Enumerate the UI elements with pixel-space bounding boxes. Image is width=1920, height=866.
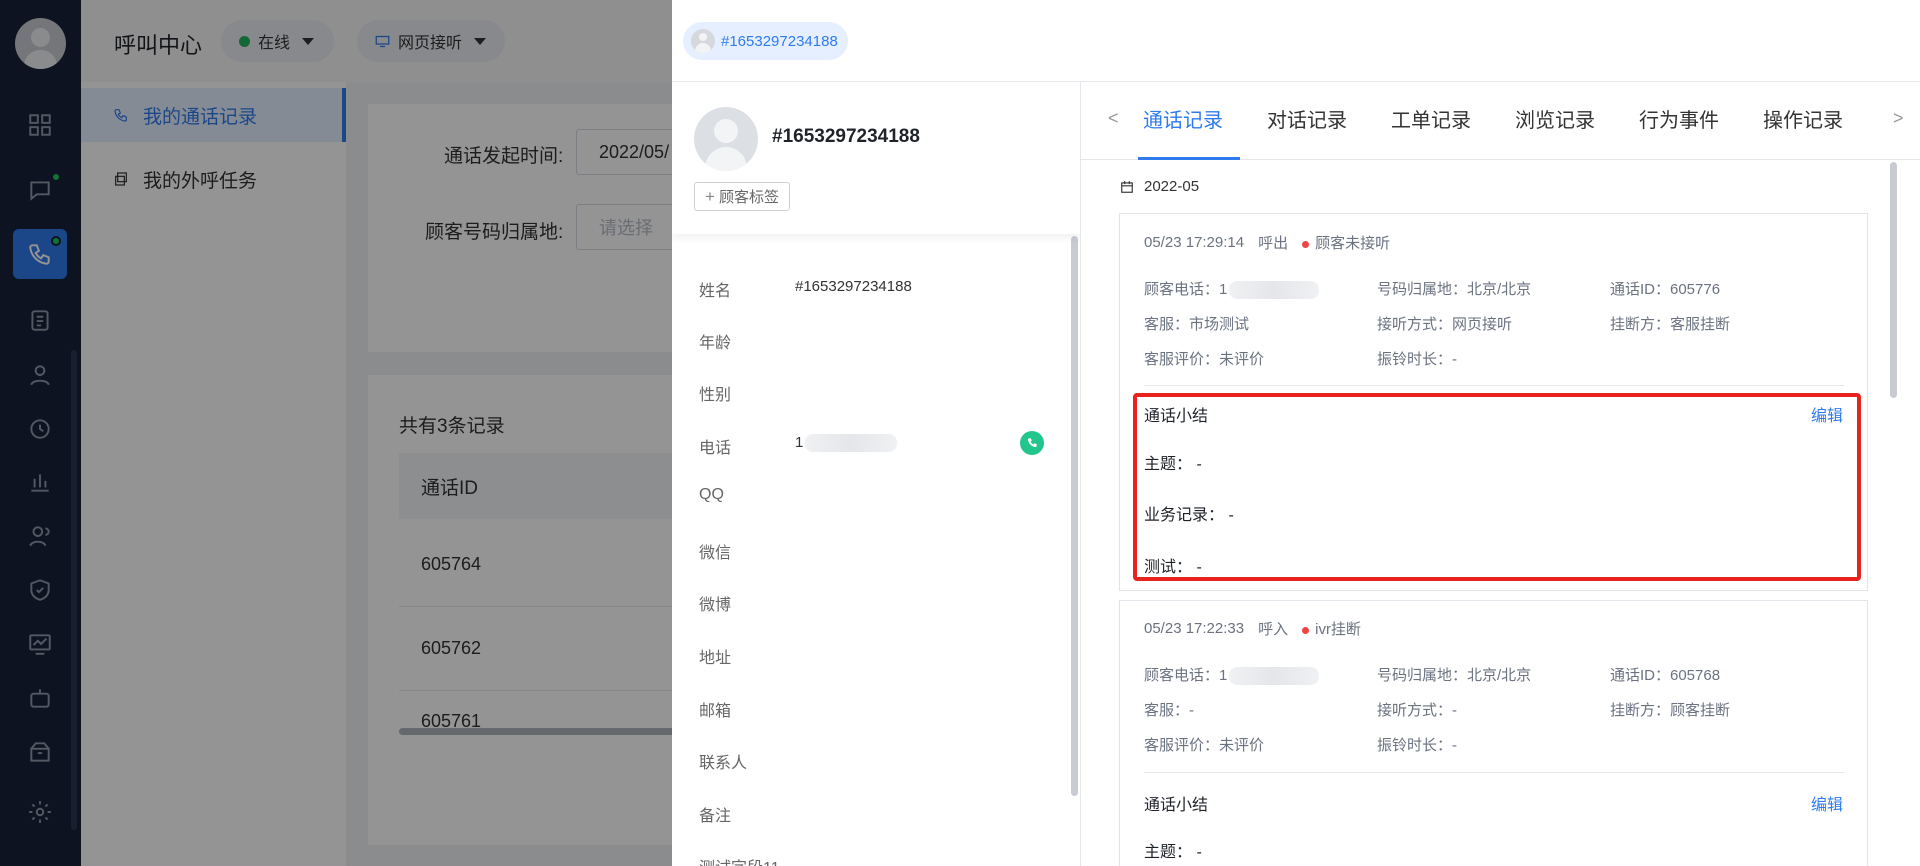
- call-record-card: 05/23 17:22:33 呼入 ivr挂断 顾客电话：1 号码归属地：北京/…: [1119, 600, 1868, 866]
- chip-label: #1653297234188: [721, 32, 838, 50]
- tab-browse-records[interactable]: 浏览记录: [1515, 104, 1595, 133]
- redacted-phone-blur: [805, 434, 898, 453]
- call-rating: 客服评价：未评价: [1144, 351, 1265, 368]
- call-customer-phone: 顾客电话：1: [1144, 278, 1320, 300]
- field-label-test-field: 测试字段11: [699, 854, 780, 866]
- call-ring-duration: 振铃时长：-: [1377, 351, 1457, 368]
- highlight-box: [1133, 393, 1861, 581]
- tab-conversation-records[interactable]: 对话记录: [1267, 104, 1347, 133]
- customer-profile-panel: #1653297234188 + 顾客标签 姓名 #1653297234188 …: [672, 82, 1081, 866]
- status-dot: [1302, 240, 1310, 248]
- redacted-phone-blur: [1229, 281, 1320, 300]
- redacted-phone-blur: [1229, 667, 1320, 686]
- customer-phone-text: 顾客电话：1: [1144, 667, 1228, 684]
- call-status-text: ivr挂断: [1315, 621, 1361, 638]
- plus-icon: +: [705, 186, 715, 206]
- active-tab-indicator: [1138, 157, 1240, 160]
- customer-phone-text: 顾客电话：1: [1144, 281, 1228, 298]
- call-hangup: 挂断方：顾客挂断: [1610, 702, 1731, 719]
- field-value-phone: 1: [795, 434, 898, 453]
- whatsapp-call-icon[interactable]: [1020, 431, 1044, 455]
- call-answer-mode: 接听方式：-: [1377, 702, 1457, 719]
- call-ring-duration: 振铃时长：-: [1377, 737, 1457, 754]
- profile-scrollbar[interactable]: [1071, 236, 1078, 796]
- field-label-wechat: 微信: [699, 545, 732, 562]
- summary-title: 通话小结: [1144, 797, 1209, 814]
- record-tabs: < 通话记录 对话记录 工单记录 浏览记录 行为事件 操作记录 >: [1081, 82, 1920, 160]
- customer-avatar-small: [691, 29, 715, 53]
- call-rating: 客服评价：未评价: [1144, 737, 1265, 754]
- call-direction: 呼出: [1258, 235, 1289, 252]
- summary-topic: 主题： -: [1144, 844, 1202, 861]
- call-agent: 客服：-: [1144, 702, 1194, 719]
- calendar-icon: [1121, 180, 1133, 193]
- call-agent: 客服：市场测试: [1144, 316, 1250, 333]
- call-header: 05/23 17:22:33 呼入 ivr挂断: [1144, 618, 1361, 639]
- call-customer-phone: 顾客电话：1: [1144, 664, 1320, 686]
- customer-avatar: [694, 107, 758, 171]
- call-time: 05/23 17:22:33: [1144, 620, 1245, 637]
- call-region: 号码归属地：北京/北京: [1377, 281, 1532, 298]
- tag-button-label: 顾客标签: [718, 189, 779, 206]
- divider: [1144, 772, 1844, 773]
- call-id: 通话ID：605768: [1610, 667, 1721, 684]
- call-answer-mode: 接听方式：网页接听: [1377, 316, 1513, 333]
- customer-tab-chip[interactable]: #1653297234188: [683, 22, 848, 60]
- field-value-name: #1653297234188: [795, 278, 912, 295]
- call-hangup: 挂断方：客服挂断: [1610, 316, 1731, 333]
- add-customer-tag-button[interactable]: + 顾客标签: [694, 182, 790, 211]
- call-status: 顾客未接听: [1302, 232, 1390, 253]
- tab-scroll-left-icon[interactable]: <: [1108, 108, 1119, 129]
- field-label-email: 邮箱: [699, 703, 732, 720]
- tab-operation-records[interactable]: 操作记录: [1763, 104, 1843, 133]
- tab-call-records[interactable]: 通话记录: [1143, 104, 1223, 133]
- field-label-remark: 备注: [699, 808, 732, 825]
- edit-summary-link[interactable]: 编辑: [1811, 791, 1843, 815]
- month-label: 2022-05: [1144, 178, 1200, 195]
- field-label-phone: 电话: [699, 440, 732, 457]
- call-header: 05/23 17:29:14 呼出 顾客未接听: [1144, 232, 1390, 253]
- field-label-contact: 联系人: [699, 755, 748, 772]
- timeline-scrollbar[interactable]: [1890, 162, 1897, 398]
- call-direction: 呼入: [1258, 621, 1289, 638]
- field-label-name: 姓名: [699, 283, 732, 300]
- field-label-weibo: 微博: [699, 597, 732, 614]
- tab-ticket-records[interactable]: 工单记录: [1391, 104, 1471, 133]
- call-status-text: 顾客未接听: [1315, 235, 1391, 252]
- divider: [1144, 385, 1844, 386]
- customer-name: #1653297234188: [772, 126, 920, 147]
- call-status: ivr挂断: [1302, 618, 1361, 639]
- field-label-qq: QQ: [699, 486, 724, 503]
- tab-behavior-events[interactable]: 行为事件: [1639, 104, 1719, 133]
- call-id: 通话ID：605776: [1610, 281, 1721, 298]
- call-region: 号码归属地：北京/北京: [1377, 667, 1532, 684]
- field-label-age: 年龄: [699, 335, 732, 352]
- drawer-header: #1653297234188: [672, 0, 1920, 82]
- timeline-month: 2022-05: [1120, 178, 1199, 195]
- field-label-address: 地址: [699, 650, 732, 667]
- profile-header: #1653297234188 + 顾客标签: [672, 82, 1080, 234]
- field-label-gender: 性别: [699, 387, 732, 404]
- tab-scroll-right-icon[interactable]: >: [1893, 108, 1904, 129]
- phone-value-text: 1: [795, 434, 804, 451]
- call-time: 05/23 17:29:14: [1144, 234, 1245, 251]
- status-dot: [1302, 626, 1310, 634]
